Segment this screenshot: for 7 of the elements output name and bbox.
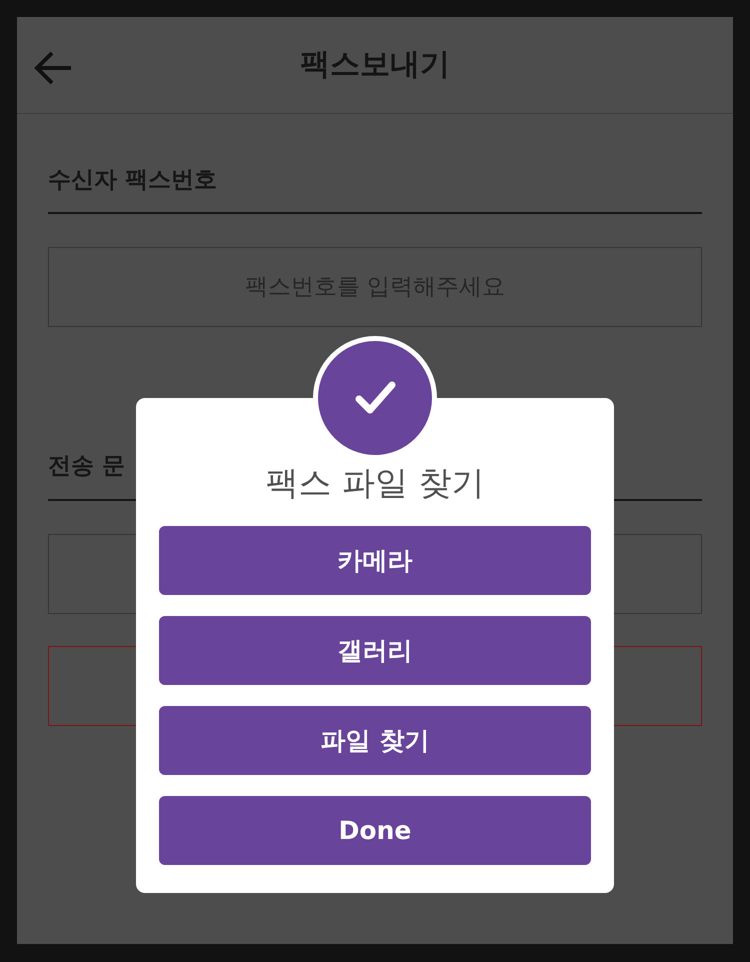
dialog-title: 팩스 파일 찾기	[264, 463, 486, 503]
back-arrow-icon	[33, 50, 73, 86]
dialog-button[interactable]: 갤러리	[159, 616, 591, 685]
dialog-button[interactable]: 파일 찾기	[159, 706, 591, 775]
page-title: 팩스보내기	[300, 47, 450, 83]
dialog-button[interactable]: 카메라	[159, 526, 591, 595]
dialog-button[interactable]: Done	[159, 796, 591, 865]
